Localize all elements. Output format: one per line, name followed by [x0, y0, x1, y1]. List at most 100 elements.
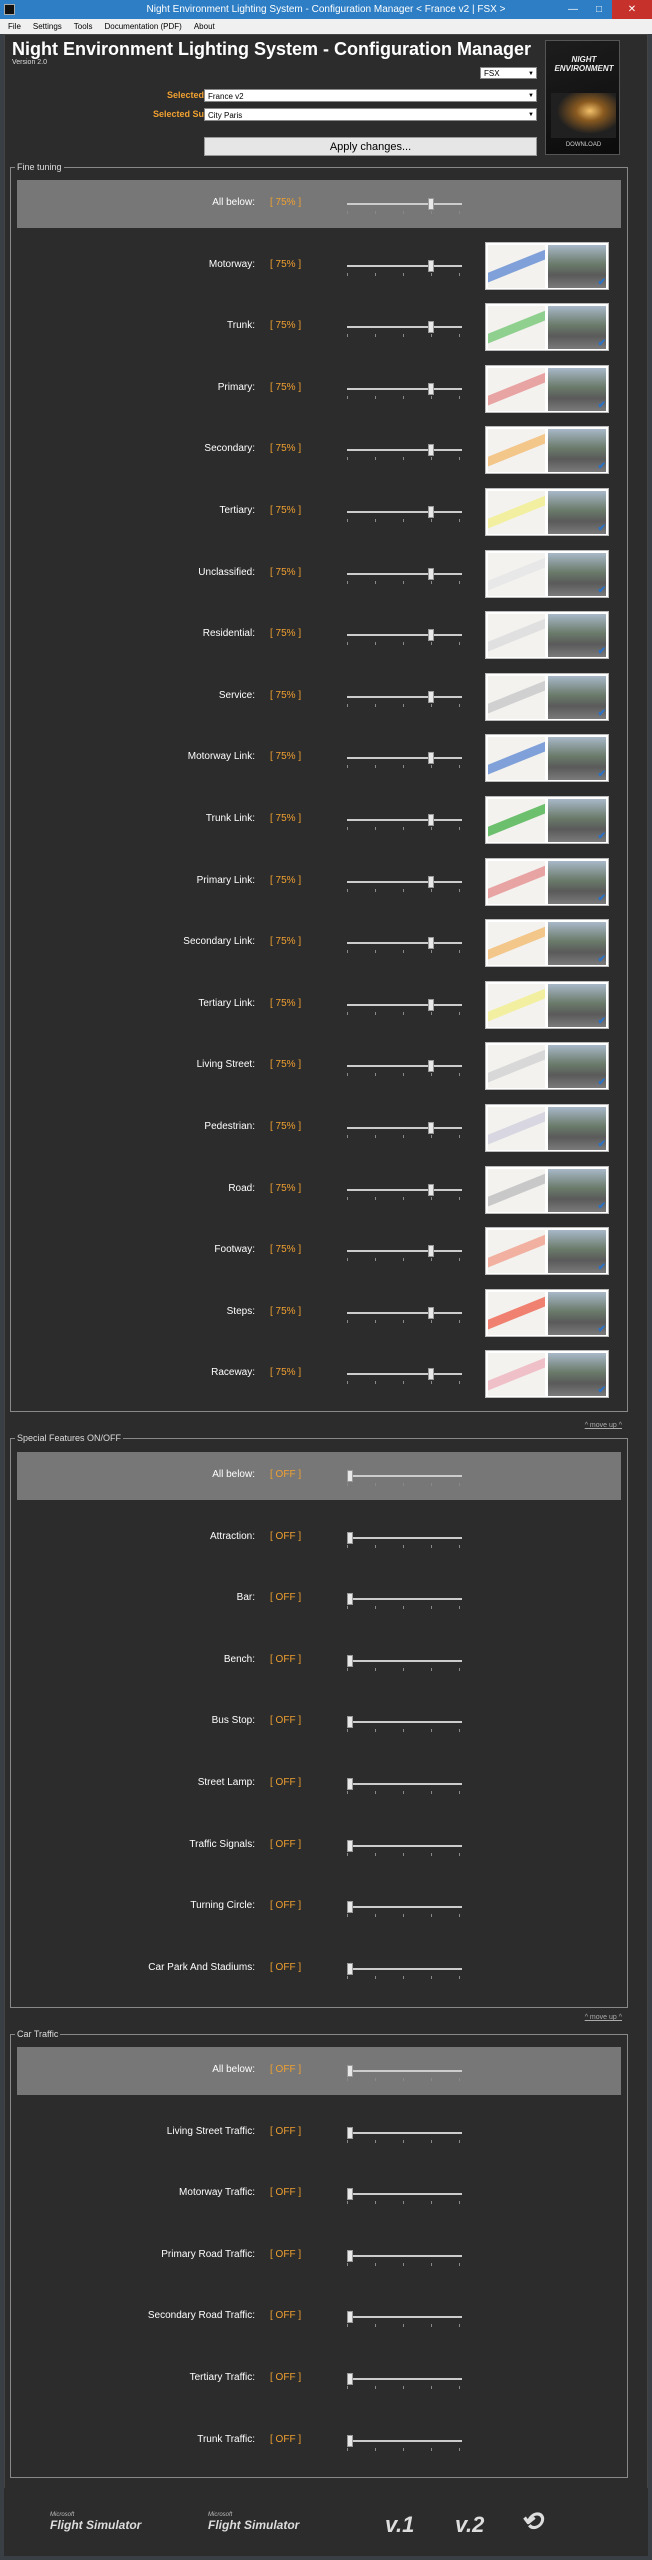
slider-thumb[interactable]: [347, 1962, 353, 1975]
slider-thumb[interactable]: [347, 2188, 353, 2201]
product-box-image[interactable]: NIGHT ENVIRONMENT DOWNLOAD: [545, 40, 620, 155]
setting-slider[interactable]: [347, 2309, 462, 2328]
slider-thumb[interactable]: [347, 1778, 353, 1790]
slider-track[interactable]: [347, 2316, 462, 2319]
region-select[interactable]: France v2 ▼: [204, 89, 537, 102]
slider-track[interactable]: [347, 695, 462, 698]
slider-thumb[interactable]: [428, 1245, 434, 1258]
slider-track[interactable]: [347, 387, 462, 390]
road-preview[interactable]: ✔: [485, 426, 609, 475]
setting-slider[interactable]: [347, 935, 462, 954]
move-up-link[interactable]: ^ move up ^: [585, 2014, 622, 2021]
slider-track[interactable]: [347, 1373, 462, 1376]
slider-track[interactable]: [347, 2131, 462, 2134]
slider-thumb[interactable]: [428, 506, 434, 518]
slider-thumb[interactable]: [347, 2249, 353, 2262]
road-preview[interactable]: ✔: [485, 1165, 609, 1214]
setting-slider[interactable]: [347, 381, 462, 399]
slider-thumb[interactable]: [347, 2373, 353, 2385]
setting-slider[interactable]: [347, 1899, 462, 1918]
road-preview[interactable]: ✔: [485, 857, 609, 906]
slider-track[interactable]: [347, 634, 462, 637]
slider-thumb[interactable]: [428, 444, 434, 457]
slider-thumb[interactable]: [428, 937, 434, 950]
slider-track[interactable]: [347, 1598, 462, 1601]
slider-track[interactable]: [347, 2439, 462, 2442]
slider-track[interactable]: [347, 2378, 462, 2380]
road-preview[interactable]: ✔: [485, 734, 609, 783]
slider-track[interactable]: [347, 2254, 462, 2257]
setting-slider[interactable]: [347, 1591, 462, 1610]
setting-slider[interactable]: [347, 2433, 462, 2451]
slider-thumb[interactable]: [428, 1060, 434, 1073]
setting-slider[interactable]: [347, 750, 462, 769]
slider-track[interactable]: [347, 880, 462, 883]
road-preview[interactable]: ✔: [485, 488, 609, 536]
menu-documentation[interactable]: Documentation (PDF): [104, 22, 181, 31]
slider-track[interactable]: [347, 572, 462, 575]
setting-slider[interactable]: [347, 1058, 462, 1077]
slider-thumb[interactable]: [428, 752, 434, 765]
slider-track[interactable]: [347, 1250, 462, 1253]
slider-track[interactable]: [347, 1967, 462, 1970]
slider-track[interactable]: [347, 942, 462, 945]
setting-slider[interactable]: [347, 1530, 462, 1548]
setting-slider[interactable]: [347, 258, 462, 276]
slider-track[interactable]: [347, 2193, 462, 2196]
slider-thumb[interactable]: [428, 629, 434, 642]
menu-about[interactable]: About: [194, 22, 215, 31]
road-preview[interactable]: ✔: [485, 919, 609, 968]
slider-track[interactable]: [347, 1188, 462, 1191]
setting-slider[interactable]: [347, 1243, 462, 1262]
slider-thumb[interactable]: [428, 1368, 434, 1381]
setting-slider[interactable]: [347, 2186, 462, 2205]
slider-thumb[interactable]: [428, 567, 434, 580]
setting-slider[interactable]: [347, 2248, 462, 2266]
setting-slider[interactable]: [347, 627, 462, 646]
slider-thumb[interactable]: [428, 1183, 434, 1196]
setting-slider[interactable]: [347, 2371, 462, 2389]
slider-thumb[interactable]: [428, 259, 434, 272]
setting-slider[interactable]: [347, 1961, 462, 1979]
setting-slider[interactable]: [347, 566, 462, 584]
slider-track[interactable]: [347, 1127, 462, 1129]
road-preview[interactable]: ✔: [485, 1288, 609, 1337]
slider-thumb[interactable]: [347, 1470, 353, 1482]
setting-slider[interactable]: [347, 1120, 462, 1138]
setting-slider[interactable]: [347, 1776, 462, 1794]
slider-track[interactable]: [347, 2070, 462, 2072]
subregion-select[interactable]: City Paris ▼: [204, 108, 537, 121]
setting-slider[interactable]: [347, 2125, 462, 2143]
road-preview[interactable]: ✔: [485, 980, 609, 1029]
setting-slider[interactable]: [347, 2063, 462, 2081]
slider-track[interactable]: [347, 1311, 462, 1314]
slider-thumb[interactable]: [347, 1654, 353, 1667]
menu-tools[interactable]: Tools: [74, 22, 93, 31]
road-preview[interactable]: ✔: [485, 1350, 609, 1399]
slider-track[interactable]: [347, 1065, 462, 1068]
road-preview[interactable]: ✔: [485, 611, 609, 660]
slider-thumb[interactable]: [428, 998, 434, 1011]
road-preview[interactable]: ✔: [485, 1042, 609, 1091]
slider-track[interactable]: [347, 1003, 462, 1006]
setting-slider[interactable]: [347, 689, 462, 707]
slider-track[interactable]: [347, 819, 462, 821]
setting-slider[interactable]: [347, 442, 462, 461]
slider-track[interactable]: [347, 1783, 462, 1785]
apply-changes-button[interactable]: Apply changes...: [204, 137, 537, 156]
slider-thumb[interactable]: [428, 1122, 434, 1134]
close-icon[interactable]: ✕: [612, 0, 652, 19]
slider-track[interactable]: [347, 1844, 462, 1847]
road-preview[interactable]: ✔: [485, 549, 609, 598]
slider-thumb[interactable]: [428, 321, 434, 334]
slider-track[interactable]: [347, 1536, 462, 1539]
setting-slider[interactable]: [347, 1653, 462, 1671]
maximize-icon[interactable]: □: [586, 0, 612, 19]
setting-slider[interactable]: [347, 1468, 462, 1486]
move-up-link[interactable]: ^ move up ^: [585, 1422, 622, 1429]
slider-track[interactable]: [347, 1906, 462, 1909]
setting-slider[interactable]: [347, 1838, 462, 1856]
slider-track[interactable]: [347, 449, 462, 452]
setting-slider[interactable]: [347, 874, 462, 892]
slider-thumb[interactable]: [428, 875, 434, 888]
